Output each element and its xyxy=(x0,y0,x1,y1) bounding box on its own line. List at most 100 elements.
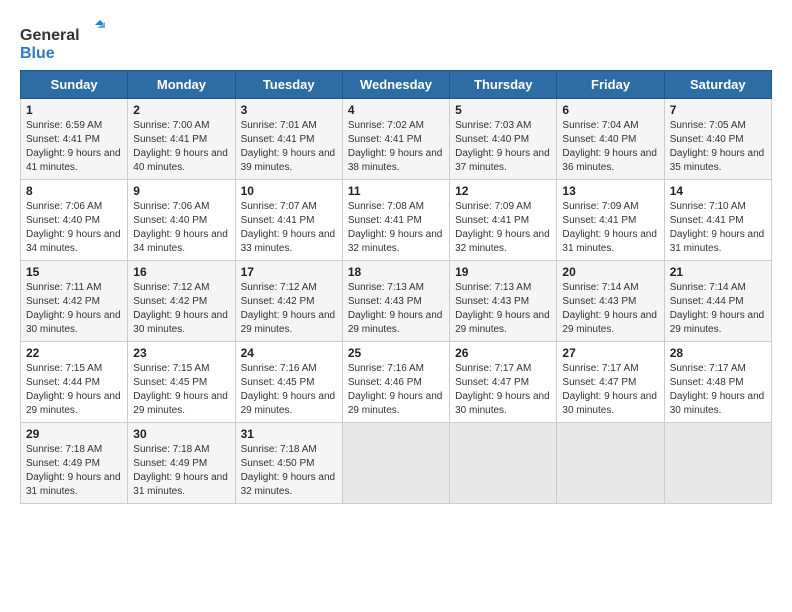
day-number: 3 xyxy=(241,103,337,117)
day-info: Sunrise: 7:00 AMSunset: 4:41 PMDaylight:… xyxy=(133,119,229,175)
logo-svg: General Blue xyxy=(20,20,110,64)
calendar-cell: 29 Sunrise: 7:18 AMSunset: 4:49 PMDayligh… xyxy=(21,423,128,504)
day-number: 21 xyxy=(670,265,766,279)
day-info: Sunrise: 7:18 AMSunset: 4:50 PMDaylight:… xyxy=(241,443,337,499)
day-info: Sunrise: 7:16 AMSunset: 4:46 PMDaylight:… xyxy=(348,362,444,418)
day-number: 8 xyxy=(26,184,122,198)
calendar-cell: 24 Sunrise: 7:16 AMSunset: 4:45 PMDayligh… xyxy=(235,342,342,423)
day-number: 1 xyxy=(26,103,122,117)
calendar-cell: 20Sunrise: 7:14 AMSunset: 4:43 PMDayligh… xyxy=(557,261,664,342)
day-info: Sunrise: 7:01 AMSunset: 4:41 PMDaylight:… xyxy=(241,119,337,175)
day-info: Sunrise: 7:10 AMSunset: 4:41 PMDaylight:… xyxy=(670,200,766,256)
day-number: 17 xyxy=(241,265,337,279)
calendar-cell: 22 Sunrise: 7:15 AMSunset: 4:44 PMDayligh… xyxy=(21,342,128,423)
day-info: Sunrise: 7:17 AMSunset: 4:47 PMDaylight:… xyxy=(562,362,658,418)
day-info: Sunrise: 7:08 AMSunset: 4:41 PMDaylight:… xyxy=(348,200,444,256)
day-info: Sunrise: 7:16 AMSunset: 4:45 PMDaylight:… xyxy=(241,362,337,418)
calendar-cell xyxy=(557,423,664,504)
calendar-cell: 8 Sunrise: 7:06 AMSunset: 4:40 PMDaylight… xyxy=(21,180,128,261)
day-number: 30 xyxy=(133,427,229,441)
day-info: Sunrise: 7:06 AMSunset: 4:40 PMDaylight:… xyxy=(26,200,122,256)
calendar-cell: 21 Sunrise: 7:14 AMSunset: 4:44 PMDayligh… xyxy=(664,261,771,342)
day-number: 6 xyxy=(562,103,658,117)
day-info: Sunrise: 7:13 AMSunset: 4:43 PMDaylight:… xyxy=(348,281,444,337)
day-number: 23 xyxy=(133,346,229,360)
day-number: 24 xyxy=(241,346,337,360)
day-info: Sunrise: 7:15 AMSunset: 4:44 PMDaylight:… xyxy=(26,362,122,418)
day-info: Sunrise: 7:11 AMSunset: 4:42 PMDaylight:… xyxy=(26,281,122,337)
header-sunday: Sunday xyxy=(21,71,128,99)
header-friday: Friday xyxy=(557,71,664,99)
calendar-cell: 3 Sunrise: 7:01 AMSunset: 4:41 PMDaylight… xyxy=(235,99,342,180)
calendar-cell xyxy=(342,423,449,504)
calendar-cell: 10 Sunrise: 7:07 AMSunset: 4:41 PMDayligh… xyxy=(235,180,342,261)
header-tuesday: Tuesday xyxy=(235,71,342,99)
day-info: Sunrise: 7:04 AMSunset: 4:40 PMDaylight:… xyxy=(562,119,658,175)
day-number: 14 xyxy=(670,184,766,198)
day-number: 28 xyxy=(670,346,766,360)
day-info: Sunrise: 7:07 AMSunset: 4:41 PMDaylight:… xyxy=(241,200,337,256)
day-number: 9 xyxy=(133,184,229,198)
calendar-cell: 4Sunrise: 7:02 AMSunset: 4:41 PMDaylight… xyxy=(342,99,449,180)
day-number: 29 xyxy=(26,427,122,441)
day-number: 18 xyxy=(348,265,444,279)
day-info: Sunrise: 7:13 AMSunset: 4:43 PMDaylight:… xyxy=(455,281,551,337)
day-info: Sunrise: 7:17 AMSunset: 4:48 PMDaylight:… xyxy=(670,362,766,418)
day-number: 16 xyxy=(133,265,229,279)
calendar-cell xyxy=(450,423,557,504)
calendar-cell: 26 Sunrise: 7:17 AMSunset: 4:47 PMDayligh… xyxy=(450,342,557,423)
header-wednesday: Wednesday xyxy=(342,71,449,99)
calendar-cell: 19 Sunrise: 7:13 AMSunset: 4:43 PMDayligh… xyxy=(450,261,557,342)
header-saturday: Saturday xyxy=(664,71,771,99)
day-number: 26 xyxy=(455,346,551,360)
header-monday: Monday xyxy=(128,71,235,99)
day-number: 11 xyxy=(348,184,444,198)
calendar-cell: 5Sunrise: 7:03 AMSunset: 4:40 PMDaylight… xyxy=(450,99,557,180)
calendar-cell: 17 Sunrise: 7:12 AMSunset: 4:42 PMDayligh… xyxy=(235,261,342,342)
calendar-week-row: 15 Sunrise: 7:11 AMSunset: 4:42 PMDayligh… xyxy=(21,261,772,342)
calendar-cell: 12 Sunrise: 7:09 AMSunset: 4:41 PMDayligh… xyxy=(450,180,557,261)
day-number: 12 xyxy=(455,184,551,198)
day-number: 19 xyxy=(455,265,551,279)
day-number: 4 xyxy=(348,103,444,117)
day-number: 13 xyxy=(562,184,658,198)
calendar-cell: 7 Sunrise: 7:05 AMSunset: 4:40 PMDaylight… xyxy=(664,99,771,180)
calendar-cell xyxy=(664,423,771,504)
day-info: Sunrise: 7:12 AMSunset: 4:42 PMDaylight:… xyxy=(133,281,229,337)
day-number: 22 xyxy=(26,346,122,360)
day-info: Sunrise: 7:09 AMSunset: 4:41 PMDaylight:… xyxy=(455,200,551,256)
day-number: 10 xyxy=(241,184,337,198)
calendar-cell: 16 Sunrise: 7:12 AMSunset: 4:42 PMDayligh… xyxy=(128,261,235,342)
day-info: Sunrise: 7:17 AMSunset: 4:47 PMDaylight:… xyxy=(455,362,551,418)
calendar-week-row: 29 Sunrise: 7:18 AMSunset: 4:49 PMDayligh… xyxy=(21,423,772,504)
calendar-header-row: SundayMondayTuesdayWednesdayThursdayFrid… xyxy=(21,71,772,99)
calendar-cell: 18 Sunrise: 7:13 AMSunset: 4:43 PMDayligh… xyxy=(342,261,449,342)
calendar-cell: 31Sunrise: 7:18 AMSunset: 4:50 PMDayligh… xyxy=(235,423,342,504)
calendar-cell: 28 Sunrise: 7:17 AMSunset: 4:48 PMDayligh… xyxy=(664,342,771,423)
calendar-cell: 23 Sunrise: 7:15 AMSunset: 4:45 PMDayligh… xyxy=(128,342,235,423)
calendar-week-row: 22 Sunrise: 7:15 AMSunset: 4:44 PMDayligh… xyxy=(21,342,772,423)
calendar-cell: 14 Sunrise: 7:10 AMSunset: 4:41 PMDayligh… xyxy=(664,180,771,261)
day-info: Sunrise: 6:59 AMSunset: 4:41 PMDaylight:… xyxy=(26,119,122,175)
calendar-week-row: 1 Sunrise: 6:59 AMSunset: 4:41 PMDaylight… xyxy=(21,99,772,180)
calendar-cell: 6 Sunrise: 7:04 AMSunset: 4:40 PMDaylight… xyxy=(557,99,664,180)
day-info: Sunrise: 7:12 AMSunset: 4:42 PMDaylight:… xyxy=(241,281,337,337)
day-number: 2 xyxy=(133,103,229,117)
day-number: 15 xyxy=(26,265,122,279)
calendar-cell: 1 Sunrise: 6:59 AMSunset: 4:41 PMDaylight… xyxy=(21,99,128,180)
day-info: Sunrise: 7:03 AMSunset: 4:40 PMDaylight:… xyxy=(455,119,551,175)
day-info: Sunrise: 7:14 AMSunset: 4:44 PMDaylight:… xyxy=(670,281,766,337)
day-number: 7 xyxy=(670,103,766,117)
calendar-week-row: 8 Sunrise: 7:06 AMSunset: 4:40 PMDaylight… xyxy=(21,180,772,261)
calendar-cell: 11 Sunrise: 7:08 AMSunset: 4:41 PMDayligh… xyxy=(342,180,449,261)
calendar-cell: 2 Sunrise: 7:00 AMSunset: 4:41 PMDaylight… xyxy=(128,99,235,180)
day-info: Sunrise: 7:05 AMSunset: 4:40 PMDaylight:… xyxy=(670,119,766,175)
day-info: Sunrise: 7:18 AMSunset: 4:49 PMDaylight:… xyxy=(26,443,122,499)
calendar-cell: 13 Sunrise: 7:09 AMSunset: 4:41 PMDayligh… xyxy=(557,180,664,261)
day-info: Sunrise: 7:15 AMSunset: 4:45 PMDaylight:… xyxy=(133,362,229,418)
day-info: Sunrise: 7:18 AMSunset: 4:49 PMDaylight:… xyxy=(133,443,229,499)
calendar-table: SundayMondayTuesdayWednesdayThursdayFrid… xyxy=(20,70,772,504)
day-info: Sunrise: 7:09 AMSunset: 4:41 PMDaylight:… xyxy=(562,200,658,256)
calendar-cell: 15 Sunrise: 7:11 AMSunset: 4:42 PMDayligh… xyxy=(21,261,128,342)
header-thursday: Thursday xyxy=(450,71,557,99)
